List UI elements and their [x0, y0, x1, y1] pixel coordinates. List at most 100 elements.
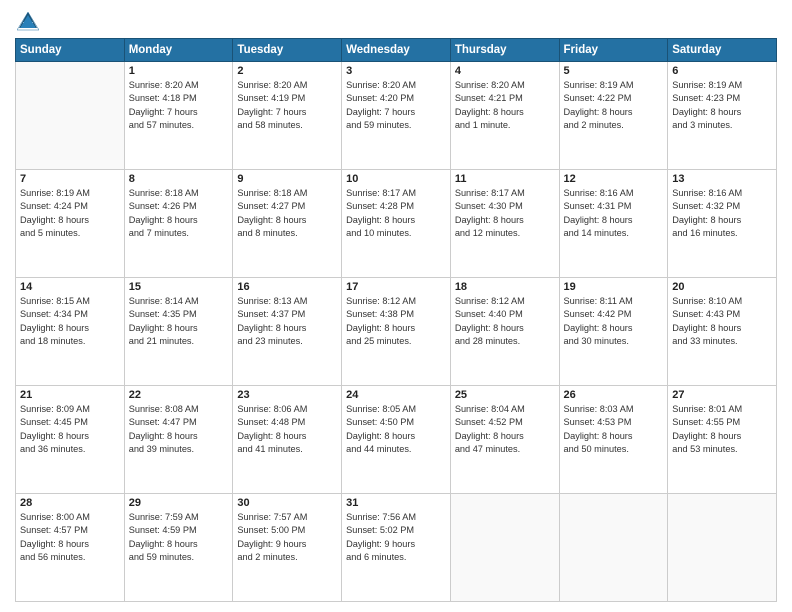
day-info: Sunrise: 8:09 AM Sunset: 4:45 PM Dayligh…: [20, 403, 120, 456]
day-number: 3: [346, 65, 446, 77]
day-number: 6: [672, 65, 772, 77]
day-cell: 12 Sunrise: 8:16 AM Sunset: 4:31 PM Dayli…: [559, 170, 668, 278]
day-number: 12: [564, 173, 664, 185]
weekday-tuesday: Tuesday: [233, 39, 342, 62]
day-number: 8: [129, 173, 229, 185]
day-number: 29: [129, 497, 229, 509]
day-cell: 9Sunrise: 8:18 AM Sunset: 4:27 PM Daylig…: [233, 170, 342, 278]
day-cell: 30Sunrise: 7:57 AM Sunset: 5:00 PM Dayli…: [233, 494, 342, 602]
week-row-1: 7Sunrise: 8:19 AM Sunset: 4:24 PM Daylig…: [16, 170, 777, 278]
day-info: Sunrise: 8:20 AM Sunset: 4:19 PM Dayligh…: [237, 79, 337, 132]
day-number: 2: [237, 65, 337, 77]
week-row-0: 1 Sunrise: 8:20 AM Sunset: 4:18 PM Daylig…: [16, 62, 777, 170]
day-number: 26: [564, 389, 664, 401]
header: [15, 10, 777, 32]
day-cell: 1 Sunrise: 8:20 AM Sunset: 4:18 PM Daylig…: [124, 62, 233, 170]
day-info: Sunrise: 8:14 AM Sunset: 4:35 PM Dayligh…: [129, 295, 229, 348]
day-number: 10: [346, 173, 446, 185]
day-info: Sunrise: 8:16 AM Sunset: 4:31 PM Dayligh…: [564, 187, 664, 240]
page: SundayMondayTuesdayWednesdayThursdayFrid…: [0, 0, 792, 612]
day-number: 11: [455, 173, 555, 185]
logo-icon: [17, 10, 39, 32]
day-cell: 2 Sunrise: 8:20 AM Sunset: 4:19 PM Daylig…: [233, 62, 342, 170]
week-row-2: 14 Sunrise: 8:15 AM Sunset: 4:34 PM Dayli…: [16, 278, 777, 386]
day-info: Sunrise: 8:12 AM Sunset: 4:40 PM Dayligh…: [455, 295, 555, 348]
day-number: 1: [129, 65, 229, 77]
day-cell: 7Sunrise: 8:19 AM Sunset: 4:24 PM Daylig…: [16, 170, 125, 278]
day-cell: 16 Sunrise: 8:13 AM Sunset: 4:37 PM Dayli…: [233, 278, 342, 386]
day-cell: 5 Sunrise: 8:19 AM Sunset: 4:22 PM Daylig…: [559, 62, 668, 170]
day-number: 23: [237, 389, 337, 401]
day-number: 24: [346, 389, 446, 401]
day-cell: 4Sunrise: 8:20 AM Sunset: 4:21 PM Daylig…: [450, 62, 559, 170]
day-cell: 24 Sunrise: 8:05 AM Sunset: 4:50 PM Dayli…: [342, 386, 451, 494]
day-info: Sunrise: 8:20 AM Sunset: 4:20 PM Dayligh…: [346, 79, 446, 132]
day-number: 20: [672, 281, 772, 293]
day-number: 21: [20, 389, 120, 401]
weekday-monday: Monday: [124, 39, 233, 62]
day-number: 31: [346, 497, 446, 509]
day-info: Sunrise: 8:16 AM Sunset: 4:32 PM Dayligh…: [672, 187, 772, 240]
day-cell: [559, 494, 668, 602]
day-cell: 18 Sunrise: 8:12 AM Sunset: 4:40 PM Dayli…: [450, 278, 559, 386]
day-info: Sunrise: 8:06 AM Sunset: 4:48 PM Dayligh…: [237, 403, 337, 456]
day-info: Sunrise: 8:01 AM Sunset: 4:55 PM Dayligh…: [672, 403, 772, 456]
day-info: Sunrise: 8:19 AM Sunset: 4:22 PM Dayligh…: [564, 79, 664, 132]
day-cell: 13 Sunrise: 8:16 AM Sunset: 4:32 PM Dayli…: [668, 170, 777, 278]
logo: [15, 10, 39, 32]
day-info: Sunrise: 8:08 AM Sunset: 4:47 PM Dayligh…: [129, 403, 229, 456]
day-number: 16: [237, 281, 337, 293]
day-cell: 25 Sunrise: 8:04 AM Sunset: 4:52 PM Dayli…: [450, 386, 559, 494]
weekday-header-row: SundayMondayTuesdayWednesdayThursdayFrid…: [16, 39, 777, 62]
day-cell: 29 Sunrise: 7:59 AM Sunset: 4:59 PM Dayli…: [124, 494, 233, 602]
day-info: Sunrise: 8:12 AM Sunset: 4:38 PM Dayligh…: [346, 295, 446, 348]
day-cell: 19Sunrise: 8:11 AM Sunset: 4:42 PM Dayli…: [559, 278, 668, 386]
day-info: Sunrise: 8:18 AM Sunset: 4:26 PM Dayligh…: [129, 187, 229, 240]
day-cell: 3 Sunrise: 8:20 AM Sunset: 4:20 PM Daylig…: [342, 62, 451, 170]
day-number: 13: [672, 173, 772, 185]
day-number: 28: [20, 497, 120, 509]
day-info: Sunrise: 8:18 AM Sunset: 4:27 PM Dayligh…: [237, 187, 337, 240]
day-cell: 17 Sunrise: 8:12 AM Sunset: 4:38 PM Dayli…: [342, 278, 451, 386]
day-info: Sunrise: 8:03 AM Sunset: 4:53 PM Dayligh…: [564, 403, 664, 456]
day-cell: 21 Sunrise: 8:09 AM Sunset: 4:45 PM Dayli…: [16, 386, 125, 494]
day-info: Sunrise: 7:56 AM Sunset: 5:02 PM Dayligh…: [346, 511, 446, 564]
day-number: 27: [672, 389, 772, 401]
day-info: Sunrise: 8:17 AM Sunset: 4:30 PM Dayligh…: [455, 187, 555, 240]
weekday-wednesday: Wednesday: [342, 39, 451, 62]
day-info: Sunrise: 8:11 AM Sunset: 4:42 PM Dayligh…: [564, 295, 664, 348]
day-info: Sunrise: 8:19 AM Sunset: 4:23 PM Dayligh…: [672, 79, 772, 132]
day-number: 25: [455, 389, 555, 401]
day-number: 14: [20, 281, 120, 293]
day-cell: 27 Sunrise: 8:01 AM Sunset: 4:55 PM Dayli…: [668, 386, 777, 494]
day-number: 30: [237, 497, 337, 509]
day-info: Sunrise: 8:19 AM Sunset: 4:24 PM Dayligh…: [20, 187, 120, 240]
day-number: 15: [129, 281, 229, 293]
day-info: Sunrise: 8:10 AM Sunset: 4:43 PM Dayligh…: [672, 295, 772, 348]
day-info: Sunrise: 8:05 AM Sunset: 4:50 PM Dayligh…: [346, 403, 446, 456]
day-cell: [668, 494, 777, 602]
day-cell: 10 Sunrise: 8:17 AM Sunset: 4:28 PM Dayli…: [342, 170, 451, 278]
calendar: SundayMondayTuesdayWednesdayThursdayFrid…: [15, 38, 777, 602]
day-number: 5: [564, 65, 664, 77]
day-cell: 31 Sunrise: 7:56 AM Sunset: 5:02 PM Dayli…: [342, 494, 451, 602]
day-info: Sunrise: 7:59 AM Sunset: 4:59 PM Dayligh…: [129, 511, 229, 564]
day-info: Sunrise: 8:17 AM Sunset: 4:28 PM Dayligh…: [346, 187, 446, 240]
weekday-friday: Friday: [559, 39, 668, 62]
week-row-4: 28Sunrise: 8:00 AM Sunset: 4:57 PM Dayli…: [16, 494, 777, 602]
day-number: 17: [346, 281, 446, 293]
day-info: Sunrise: 8:20 AM Sunset: 4:18 PM Dayligh…: [129, 79, 229, 132]
day-number: 22: [129, 389, 229, 401]
day-info: Sunrise: 8:15 AM Sunset: 4:34 PM Dayligh…: [20, 295, 120, 348]
day-number: 18: [455, 281, 555, 293]
weekday-sunday: Sunday: [16, 39, 125, 62]
day-cell: 14 Sunrise: 8:15 AM Sunset: 4:34 PM Dayli…: [16, 278, 125, 386]
day-info: Sunrise: 8:13 AM Sunset: 4:37 PM Dayligh…: [237, 295, 337, 348]
logo-area: [15, 10, 39, 32]
weekday-thursday: Thursday: [450, 39, 559, 62]
day-cell: 11 Sunrise: 8:17 AM Sunset: 4:30 PM Dayli…: [450, 170, 559, 278]
day-cell: [450, 494, 559, 602]
weekday-saturday: Saturday: [668, 39, 777, 62]
day-cell: 23 Sunrise: 8:06 AM Sunset: 4:48 PM Dayli…: [233, 386, 342, 494]
day-info: Sunrise: 8:04 AM Sunset: 4:52 PM Dayligh…: [455, 403, 555, 456]
